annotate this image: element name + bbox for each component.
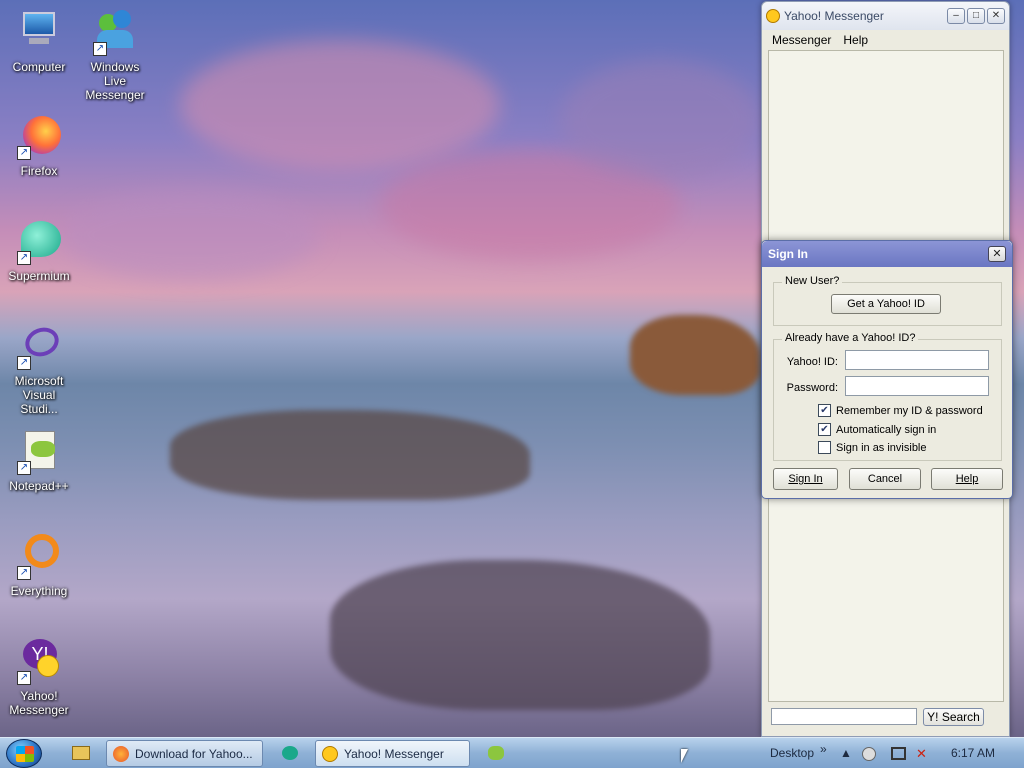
auto-sign-in-option[interactable]: ✔ Automatically sign in — [818, 423, 936, 436]
sign-in-button[interactable]: Sign In — [773, 468, 838, 490]
wallpaper-cloud — [180, 40, 500, 170]
yahoo-smiley-icon — [322, 745, 338, 762]
visual-studio-icon: ↗ — [15, 322, 63, 370]
remember-id-checkbox[interactable]: ✔ — [818, 404, 831, 417]
yahoo-smiley-icon — [766, 9, 780, 23]
supermium-icon: ↗ — [15, 217, 63, 265]
toolbar-expand-icon[interactable]: » — [820, 742, 827, 756]
desktop-icon-firefox[interactable]: ↗ Firefox — [4, 112, 74, 178]
yahoo-tray-icon[interactable] — [862, 747, 876, 761]
shortcut-arrow-icon: ↗ — [17, 671, 31, 685]
notepad-plus-plus-taskbar-icon[interactable] — [488, 746, 504, 760]
new-user-label: New User? — [782, 275, 843, 287]
explorer-icon[interactable] — [72, 746, 90, 760]
notepad-plus-plus-icon: ↗ — [15, 427, 63, 475]
invisible-checkbox[interactable] — [818, 441, 831, 454]
desktop-icon-computer[interactable]: Computer — [4, 8, 74, 74]
clock[interactable]: 6:17 AM — [951, 746, 995, 760]
menu-bar: Messenger Help — [762, 30, 1009, 50]
remember-id-option[interactable]: ✔ Remember my ID & password — [818, 404, 983, 417]
desktop-icon-supermium[interactable]: ↗ Supermium — [4, 217, 74, 283]
desktop-icon-notepad-plus-plus[interactable]: ↗ Notepad++ — [4, 427, 74, 493]
yahoo-messenger-titlebar[interactable]: Yahoo! Messenger – □ ✕ — [762, 2, 1009, 30]
firefox-icon: ↗ — [15, 112, 63, 160]
shortcut-arrow-icon: ↗ — [17, 566, 31, 580]
close-button[interactable]: ✕ — [987, 8, 1005, 24]
mouse-cursor-icon — [681, 749, 688, 763]
wallpaper-cloud — [560, 60, 760, 180]
help-button[interactable]: Help — [931, 468, 1003, 490]
firefox-icon — [113, 745, 129, 762]
get-yahoo-id-button[interactable]: Get a Yahoo! ID — [831, 294, 941, 314]
invisible-option[interactable]: Sign in as invisible — [818, 441, 927, 454]
show-hidden-icons-icon[interactable]: ▲ — [840, 746, 852, 760]
yahoo-search-input[interactable] — [771, 708, 917, 725]
yahoo-messenger-icon: Y! ↗ — [15, 637, 63, 685]
wallpaper-rock — [330, 560, 710, 710]
password-field[interactable] — [845, 376, 989, 396]
menu-messenger[interactable]: Messenger — [766, 33, 837, 47]
taskbar-item-yahoo-messenger[interactable]: Yahoo! Messenger — [315, 740, 470, 767]
window-title: Yahoo! Messenger — [784, 9, 884, 23]
shortcut-arrow-icon: ↗ — [93, 42, 107, 56]
windows-live-messenger-icon: ↗ — [91, 8, 139, 56]
shortcut-arrow-icon: ↗ — [17, 356, 31, 370]
taskbar: Download for Yahoo... Yahoo! Messenger D… — [0, 737, 1024, 768]
desktop-icon-visual-studio[interactable]: ↗ Microsoft Visual Studi... — [4, 322, 74, 416]
shortcut-arrow-icon: ↗ — [17, 251, 31, 265]
desktop-icon-windows-live-messenger[interactable]: ↗ Windows Live Messenger — [80, 8, 150, 102]
auto-sign-in-checkbox[interactable]: ✔ — [818, 423, 831, 436]
desktop-toolbar-label[interactable]: Desktop — [770, 746, 814, 760]
desktop-icon-yahoo-messenger[interactable]: Y! ↗ Yahoo! Messenger — [4, 637, 74, 717]
desktop-icon-everything[interactable]: ↗ Everything — [4, 532, 74, 598]
yahoo-id-label: Yahoo! ID: — [786, 356, 838, 368]
volume-muted-icon[interactable]: ✕ — [916, 746, 927, 762]
menu-help[interactable]: Help — [837, 33, 874, 47]
maximize-button[interactable]: □ — [967, 8, 985, 24]
taskbar-item-firefox[interactable]: Download for Yahoo... — [106, 740, 263, 767]
sign-in-dialog: Sign In ✕ New User? Get a Yahoo! ID Alre… — [761, 240, 1013, 499]
dialog-close-button[interactable]: ✕ — [988, 246, 1006, 262]
computer-icon — [15, 8, 63, 56]
shortcut-arrow-icon: ↗ — [17, 461, 31, 475]
have-id-label: Already have a Yahoo! ID? — [782, 332, 919, 344]
everything-search-icon: ↗ — [15, 532, 63, 580]
yahoo-id-field[interactable] — [845, 350, 989, 370]
shortcut-arrow-icon: ↗ — [17, 146, 31, 160]
minimize-button[interactable]: – — [947, 8, 965, 24]
cancel-button[interactable]: Cancel — [849, 468, 921, 490]
wallpaper-cloud — [60, 190, 320, 280]
network-icon[interactable] — [891, 747, 906, 760]
dialog-title: Sign In — [768, 247, 808, 261]
sign-in-titlebar[interactable]: Sign In ✕ — [762, 241, 1012, 267]
start-button[interactable] — [6, 739, 42, 768]
password-label: Password: — [786, 382, 838, 394]
windows-logo-icon — [16, 746, 34, 762]
supermium-taskbar-icon[interactable] — [282, 746, 298, 760]
yahoo-search-button[interactable]: Y! Search — [923, 708, 984, 726]
wallpaper-rock — [170, 410, 530, 500]
wallpaper-rock — [630, 315, 760, 395]
